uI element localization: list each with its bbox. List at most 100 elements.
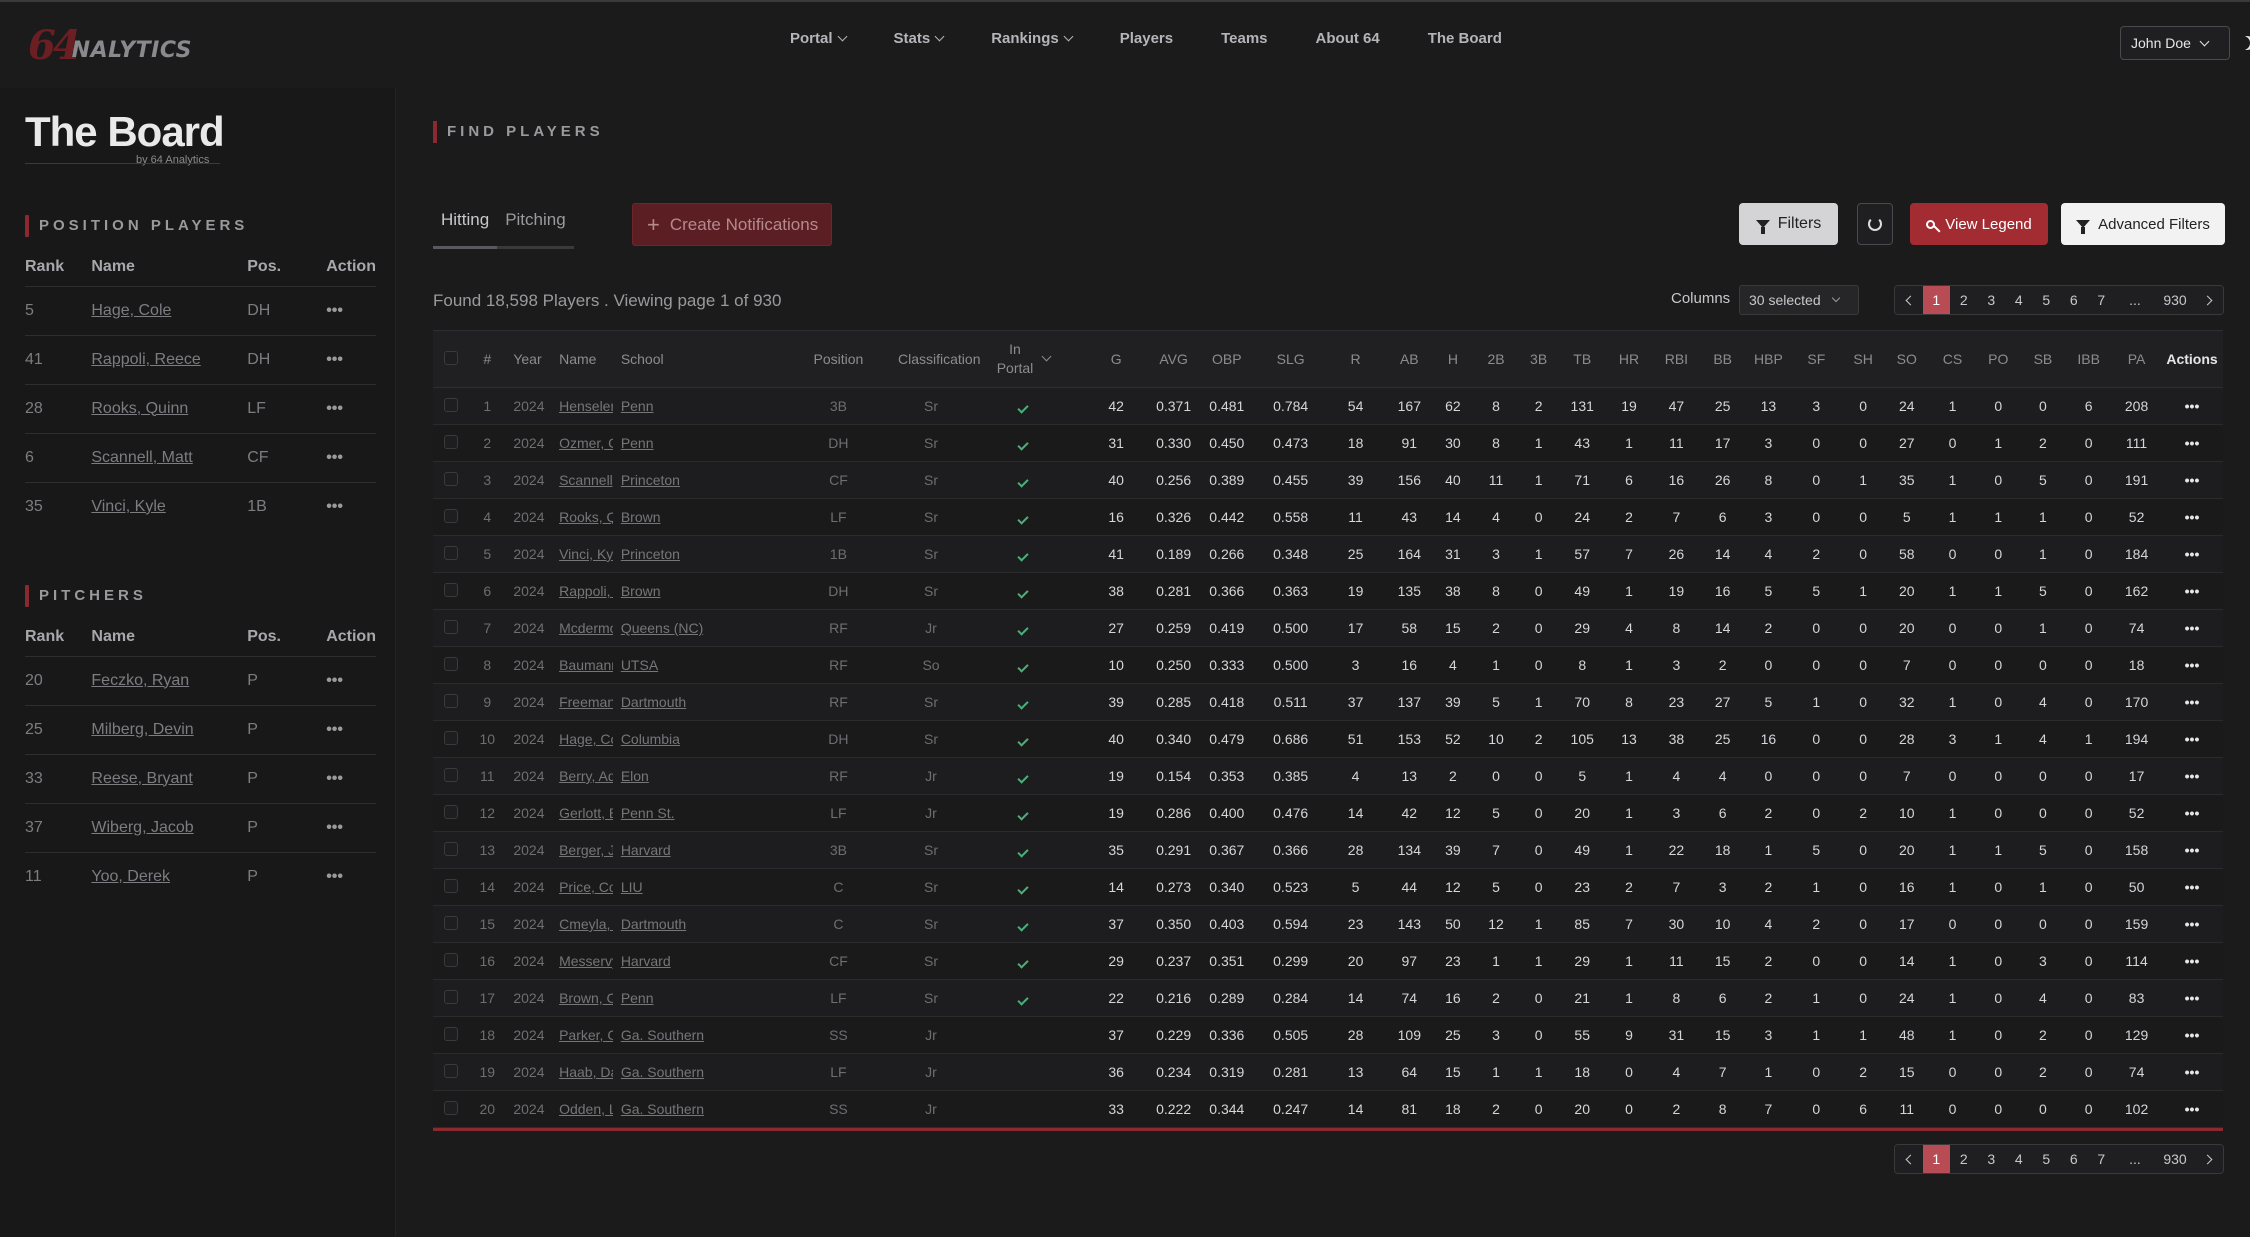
table-row[interactable]: 162024Messervy, PeterHarvardCFSr290.2370…: [433, 942, 2223, 980]
more-dots-icon[interactable]: •••: [2185, 509, 2200, 525]
more-dots-icon[interactable]: •••: [326, 351, 343, 369]
more-dots-icon[interactable]: •••: [326, 498, 343, 516]
page-button-5[interactable]: 5: [2032, 1145, 2060, 1173]
player-link[interactable]: Messervy, Peter: [559, 953, 613, 969]
player-link[interactable]: Reese, Bryant: [91, 770, 192, 787]
nav-item-the-board[interactable]: The Board: [1428, 30, 1502, 47]
column-header-in-portal[interactable]: In Portal: [963, 330, 1082, 388]
player-link[interactable]: Rooks, Quinn: [559, 509, 613, 525]
more-dots-icon[interactable]: •••: [2185, 990, 2200, 1006]
refresh-button[interactable]: [1857, 203, 1893, 245]
table-row[interactable]: 72024Mcdermott, AndrewQueens (NC)RFJr270…: [433, 609, 2223, 647]
row-checkbox[interactable]: [444, 878, 459, 893]
page-button-7[interactable]: 7: [2087, 286, 2115, 314]
page-button-6[interactable]: 6: [2060, 1145, 2088, 1173]
more-dots-icon[interactable]: •••: [2185, 398, 2200, 414]
column-header-cs[interactable]: CS: [1929, 330, 1976, 388]
row-checkbox[interactable]: [444, 915, 459, 930]
player-link[interactable]: Price, Connor: [559, 879, 613, 895]
column-header-sb[interactable]: SB: [2020, 330, 2066, 388]
more-dots-icon[interactable]: •••: [326, 672, 343, 690]
row-checkbox[interactable]: [444, 545, 459, 560]
column-header-ibb[interactable]: IBB: [2065, 330, 2113, 388]
player-link[interactable]: Wiberg, Jacob: [91, 819, 193, 836]
school-link[interactable]: Princeton: [621, 546, 680, 562]
table-row[interactable]: 192024Haab, DanielGa. SouthernLFJr360.23…: [433, 1053, 2223, 1091]
school-link[interactable]: Penn: [621, 990, 654, 1006]
column-header-r[interactable]: R: [1323, 330, 1388, 388]
table-row[interactable]: 132024Berger, JakeHarvard3BSr350.2910.36…: [433, 831, 2223, 869]
next-page-button[interactable]: [2195, 1145, 2223, 1173]
table-row[interactable]: 22024Ozmer, CarsonPennDHSr310.3300.4500.…: [433, 424, 2223, 462]
column-header-obp[interactable]: OBP: [1195, 330, 1258, 388]
column-header-h[interactable]: H: [1431, 330, 1475, 388]
page-button-930[interactable]: 930: [2155, 1145, 2195, 1173]
columns-select[interactable]: 30 selected: [1739, 285, 1859, 315]
nav-item-about-64[interactable]: About 64: [1316, 30, 1380, 47]
player-link[interactable]: Berry, Adam: [559, 768, 613, 784]
page-button-4[interactable]: 4: [2005, 286, 2033, 314]
more-dots-icon[interactable]: •••: [2185, 472, 2200, 488]
theme-toggle-icon[interactable]: [2240, 36, 2250, 50]
player-link[interactable]: Freeman, Kolton: [559, 694, 613, 710]
school-link[interactable]: Penn: [621, 398, 654, 414]
filters-button[interactable]: Filters: [1739, 203, 1838, 245]
column-header-2b[interactable]: 2B: [1474, 330, 1518, 388]
row-checkbox[interactable]: [444, 619, 459, 634]
nav-item-stats[interactable]: Stats: [894, 30, 945, 47]
school-link[interactable]: Harvard: [621, 953, 671, 969]
school-link[interactable]: Dartmouth: [621, 694, 686, 710]
school-link[interactable]: Princeton: [621, 472, 680, 488]
page-button-5[interactable]: 5: [2032, 286, 2060, 314]
page-button-1[interactable]: 1: [1922, 286, 1950, 314]
advanced-filters-button[interactable]: Advanced Filters: [2061, 203, 2225, 245]
more-dots-icon[interactable]: •••: [2185, 842, 2200, 858]
school-link[interactable]: Ga. Southern: [621, 1064, 704, 1080]
column-header-so[interactable]: SO: [1884, 330, 1930, 388]
more-dots-icon[interactable]: •••: [2185, 916, 2200, 932]
row-checkbox[interactable]: [444, 1026, 459, 1041]
page-button-3[interactable]: 3: [1977, 286, 2005, 314]
school-link[interactable]: Penn St.: [621, 805, 675, 821]
user-menu-button[interactable]: John Doe: [2120, 26, 2230, 60]
more-dots-icon[interactable]: •••: [326, 449, 343, 467]
player-link[interactable]: Haab, Daniel: [559, 1064, 613, 1080]
more-dots-icon[interactable]: •••: [2185, 1027, 2200, 1043]
page-button-930[interactable]: 930: [2155, 286, 2195, 314]
page-button-7[interactable]: 7: [2087, 1145, 2115, 1173]
table-row[interactable]: 202024Odden, LukeGa. SouthernSSJr330.222…: [433, 1090, 2223, 1128]
chevron-down-icon[interactable]: [1041, 351, 1052, 361]
logo[interactable]: 64 NALYTICS: [28, 22, 192, 66]
column-header-3b[interactable]: 3B: [1517, 330, 1560, 388]
school-link[interactable]: Ga. Southern: [621, 1101, 704, 1117]
table-row[interactable]: 102024Hage, ColeColumbiaDHSr400.3400.479…: [433, 720, 2223, 758]
player-link[interactable]: Milberg, Devin: [91, 721, 193, 738]
player-link[interactable]: Mcdermott, Andrew: [559, 620, 613, 636]
page-button-4[interactable]: 4: [2005, 1145, 2033, 1173]
more-dots-icon[interactable]: •••: [2185, 953, 2200, 969]
more-dots-icon[interactable]: •••: [326, 400, 343, 418]
column-header-year[interactable]: Year: [505, 330, 552, 388]
table-row[interactable]: 62024Rappoli, ReeceBrownDHSr380.2810.366…: [433, 572, 2223, 610]
row-checkbox[interactable]: [444, 767, 459, 782]
table-row[interactable]: 142024Price, ConnorLIUCSr140.2730.3400.5…: [433, 868, 2223, 906]
nav-item-teams[interactable]: Teams: [1221, 30, 1267, 47]
player-link[interactable]: Rooks, Quinn: [91, 400, 188, 417]
player-link[interactable]: Odden, Luke: [559, 1101, 613, 1117]
prev-page-button[interactable]: [1895, 286, 1923, 314]
column-header-sh[interactable]: SH: [1841, 330, 1885, 388]
school-link[interactable]: Brown: [621, 583, 661, 599]
column-header-name[interactable]: Name: [551, 330, 613, 388]
tab-pitching[interactable]: Pitching: [497, 210, 574, 249]
select-all-checkbox[interactable]: [444, 350, 459, 365]
column-header-bb[interactable]: BB: [1699, 330, 1747, 388]
table-row[interactable]: 42024Rooks, QuinnBrownLFSr160.3260.4420.…: [433, 498, 2223, 536]
column-header-sf[interactable]: SF: [1790, 330, 1842, 388]
create-notifications-button[interactable]: + Create Notifications: [632, 203, 832, 246]
more-dots-icon[interactable]: •••: [326, 721, 343, 739]
school-link[interactable]: UTSA: [621, 657, 658, 673]
school-link[interactable]: Elon: [621, 768, 649, 784]
row-checkbox[interactable]: [444, 397, 459, 412]
more-dots-icon[interactable]: •••: [2185, 583, 2200, 599]
player-link[interactable]: Brown, Calvin: [559, 990, 613, 1006]
